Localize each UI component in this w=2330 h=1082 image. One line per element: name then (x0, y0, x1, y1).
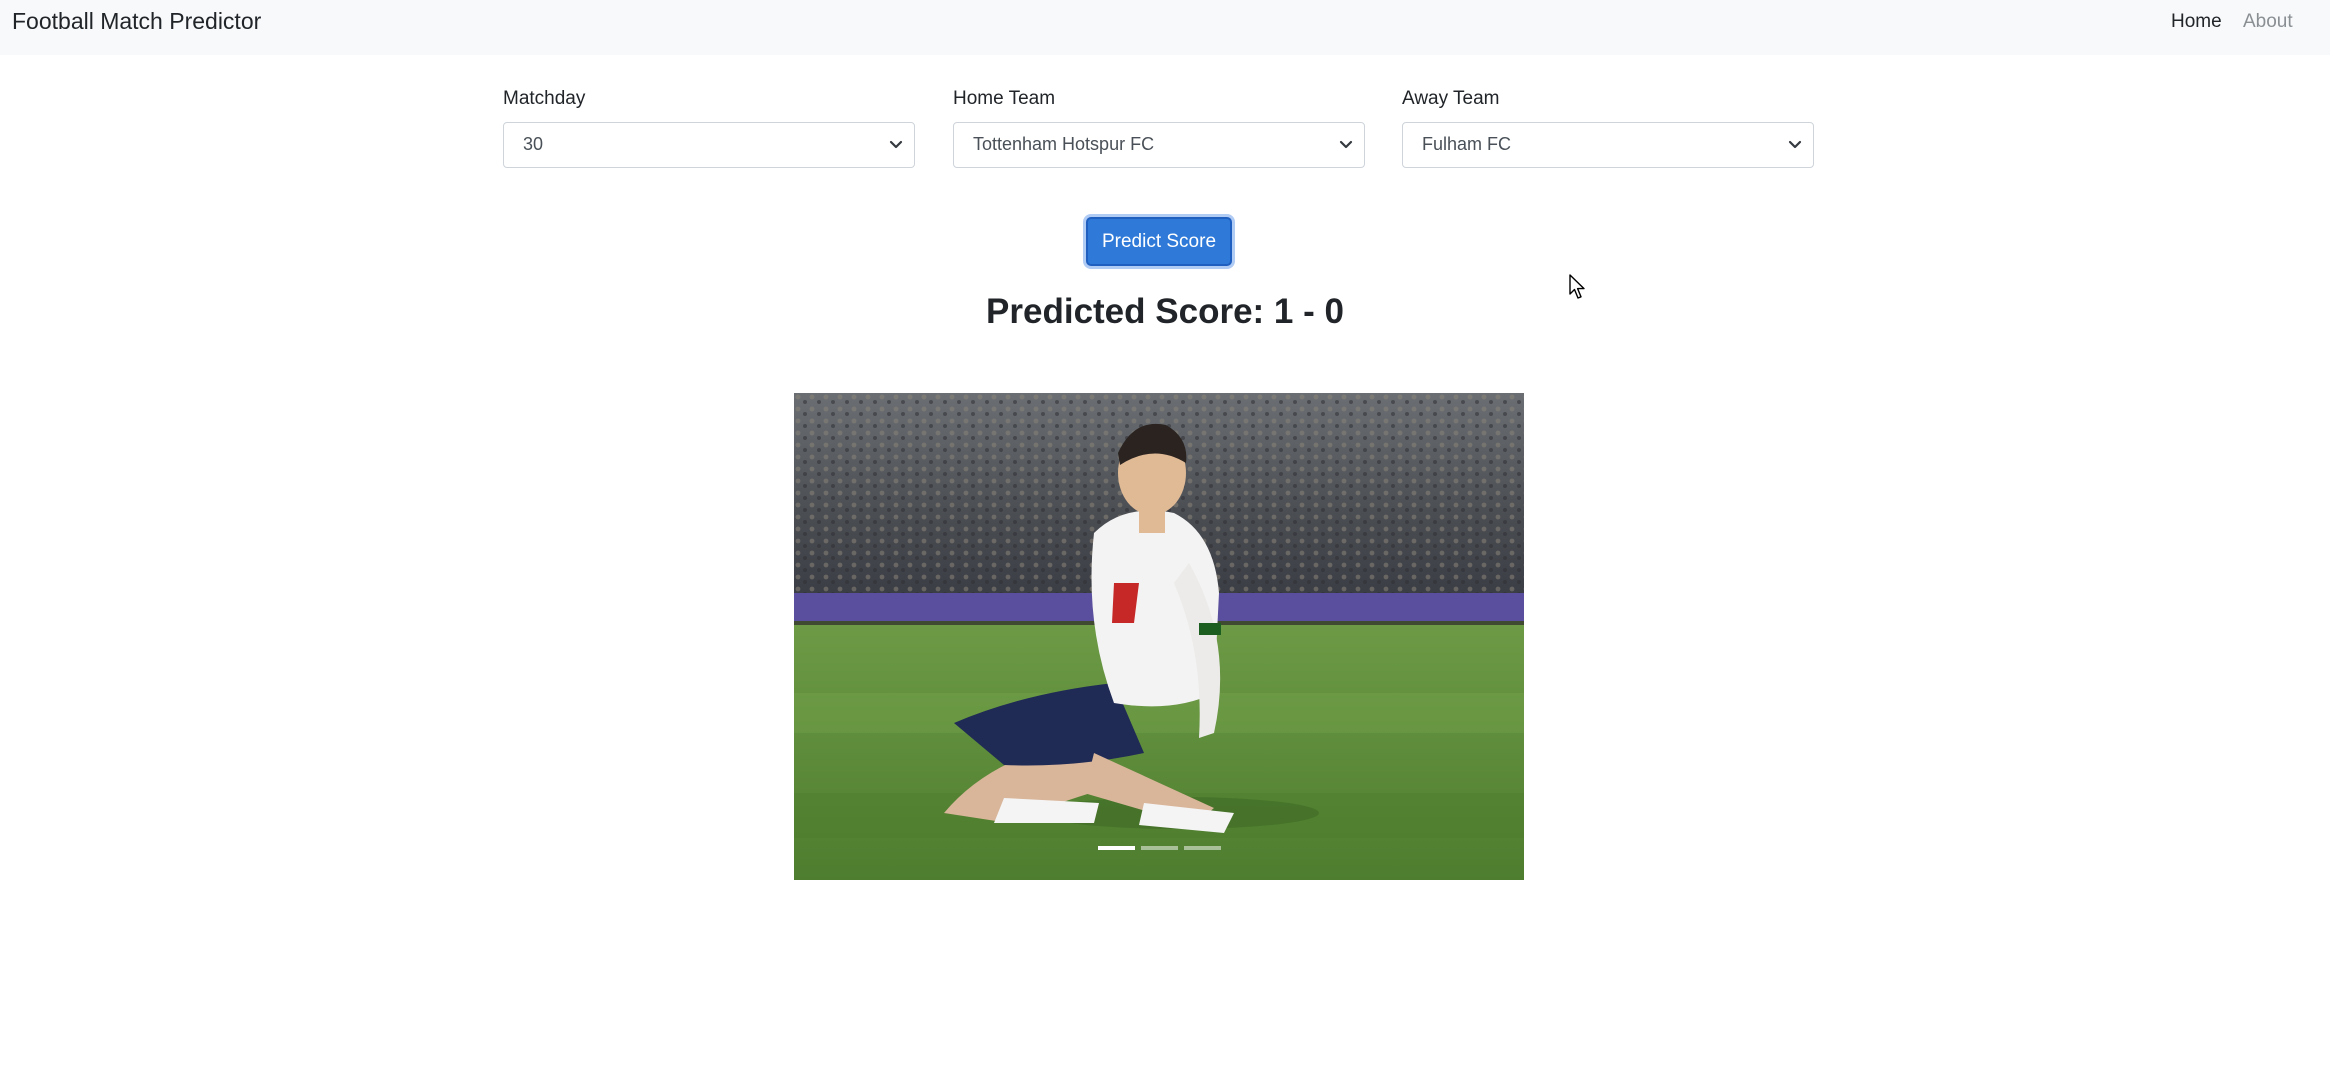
chevron-down-icon (1788, 140, 1802, 149)
carousel-indicator-2[interactable] (1140, 846, 1178, 850)
chevron-down-icon (889, 140, 903, 149)
home-team-group: Home Team Tottenham Hotspur FC (953, 87, 1365, 168)
chevron-down-icon (1339, 140, 1353, 149)
navbar: Football Match Predictor Home About (0, 0, 2330, 55)
image-carousel[interactable] (794, 393, 1524, 880)
predicted-score-heading: Predicted Score: 1 - 0 (986, 292, 1344, 331)
away-team-select[interactable]: Fulham FC (1402, 122, 1814, 168)
away-team-group: Away Team Fulham FC (1402, 87, 1814, 168)
player-celebration-image (794, 393, 1524, 880)
predict-score-button[interactable]: Predict Score (1086, 217, 1232, 266)
home-team-value: Tottenham Hotspur FC (973, 134, 1155, 154)
nav-link-home[interactable]: Home (2171, 11, 2222, 33)
away-team-label: Away Team (1402, 88, 1500, 109)
matchday-label: Matchday (503, 88, 586, 109)
home-team-label: Home Team (953, 88, 1056, 109)
away-team-value: Fulham FC (1422, 134, 1512, 154)
carousel-indicators (794, 846, 1524, 850)
matchday-group: Matchday 30 (503, 87, 915, 168)
home-team-select[interactable]: Tottenham Hotspur FC (953, 122, 1365, 168)
matchday-select[interactable]: 30 (503, 122, 915, 168)
navbar-brand[interactable]: Football Match Predictor (12, 8, 261, 35)
nav-link-about[interactable]: About (2243, 11, 2293, 33)
carousel-indicator-3[interactable] (1183, 846, 1221, 850)
matchday-value: 30 (523, 134, 544, 154)
carousel-indicator-1[interactable] (1097, 846, 1135, 850)
